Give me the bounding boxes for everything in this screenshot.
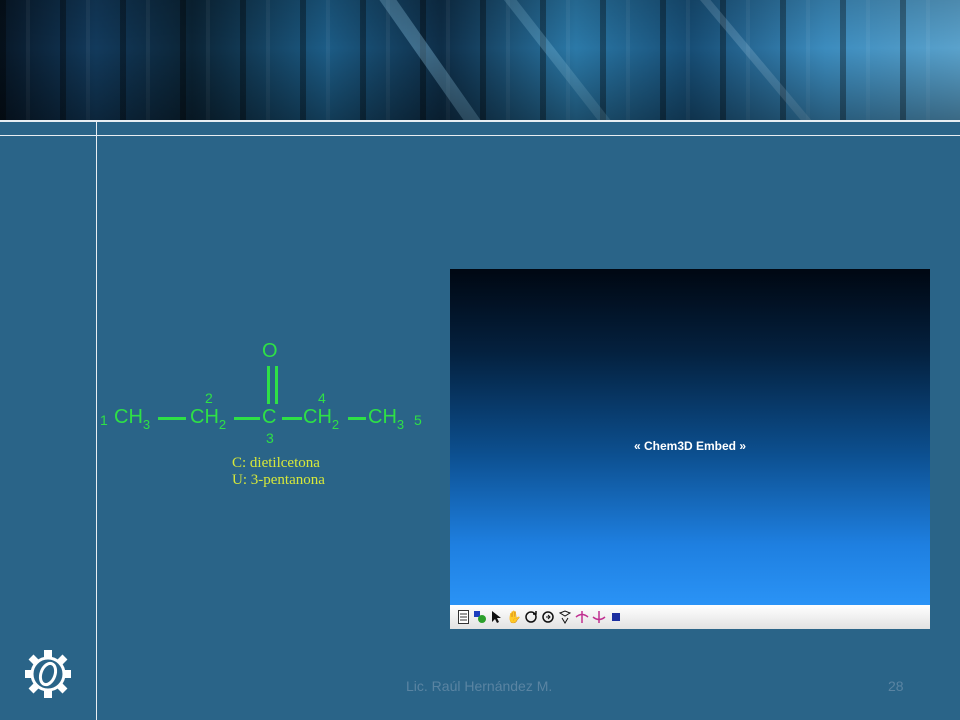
common-name: C: dietilcetona [232,455,320,471]
chem3d-embed-label: « Chem3D Embed » [633,439,747,453]
carbon-number-3: 3 [266,430,274,446]
zoom-icon[interactable] [541,609,555,625]
carbon-number-4: 4 [318,390,326,406]
header-divider-top [0,120,960,122]
group-ch3-right-main: CH [368,406,397,428]
bond-4-5 [348,417,366,420]
document-icon[interactable] [456,609,470,625]
gear-logo [22,644,74,704]
pointer-icon[interactable] [490,609,504,625]
page-number: 28 [888,678,904,694]
carbon-number-2: 2 [205,390,213,406]
compound-names: C: dietilcetona U: 3-pentanona [232,455,325,489]
group-ch2-left-main: CH [190,406,219,428]
rotate-icon[interactable] [524,609,538,625]
iupac-name: U: 3-pentanona [232,472,325,488]
bond-1-2 [158,417,186,420]
group-ch2-right: CH2 [303,406,340,432]
carbon-number-1: 1 [100,412,108,428]
stop-icon[interactable] [609,609,623,625]
double-bond-right [275,366,278,404]
bond-3-4 [282,417,302,420]
group-ch2-left: CH2 [190,406,227,432]
group-carbonyl-c: C [262,406,276,429]
group-ch2-left-sub: 2 [218,417,227,432]
x-rotate-icon[interactable] [575,609,589,625]
group-carbonyl-c-main: C [262,406,277,428]
trackball-icon[interactable] [558,609,572,625]
header-divider-bottom [0,135,960,136]
oxygen-atom: O [262,340,278,362]
group-ch2-right-main: CH [303,406,332,428]
double-bond-left [267,366,270,404]
chem3d-toolbar: ✋ [450,605,930,629]
group-ch3-left: CH3 [114,406,151,432]
group-ch3-left-main: CH [114,406,143,428]
footer-author: Lic. Raúl Hernández M. [406,678,553,694]
bond-2-3 [234,417,260,420]
hand-icon[interactable]: ✋ [507,609,522,625]
chem3d-viewer[interactable]: « Chem3D Embed » [450,269,930,605]
group-ch3-right: CH3 [368,406,405,432]
group-ch3-right-sub: 3 [396,417,405,432]
carbon-number-5: 5 [414,412,422,428]
group-ch2-right-sub: 2 [331,417,340,432]
y-rotate-icon[interactable] [592,609,606,625]
group-ch3-left-sub: 3 [142,417,151,432]
model-icon[interactable] [473,609,487,625]
header-photo-banner [0,0,960,120]
